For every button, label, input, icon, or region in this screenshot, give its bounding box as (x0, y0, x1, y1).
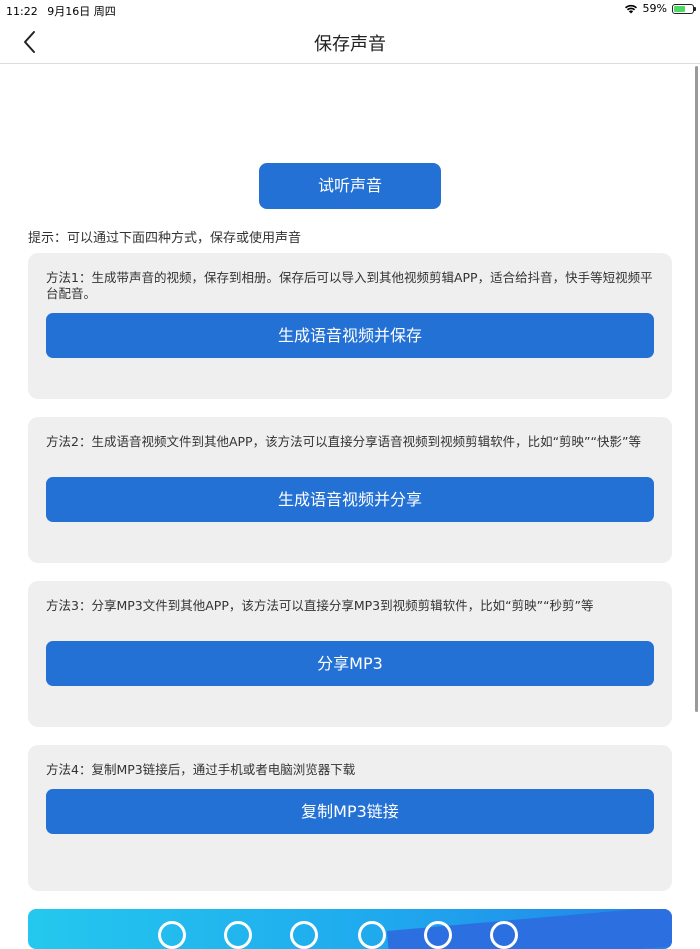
method-description: 方法2：生成语音视频文件到其他APP，该方法可以直接分享语音视频到视频剪辑软件，… (46, 434, 641, 449)
circle-icon (490, 921, 518, 949)
circle-icon (158, 921, 186, 949)
method-description: 方法4：复制MP3链接后，通过手机或者电脑浏览器下载 (46, 762, 356, 777)
nav-bar: 保存声音 (0, 20, 700, 64)
scroll-indicator[interactable] (695, 66, 698, 712)
battery-level (674, 5, 685, 12)
wifi-icon (624, 3, 638, 14)
circle-icon (290, 921, 318, 949)
share-mp3-button[interactable]: 分享MP3 (46, 641, 654, 686)
method-card-1: 方法1：生成带声音的视频，保存到相册。保存后可以导入到其他视频剪辑APP，适合给… (28, 253, 672, 399)
circle-icon (224, 921, 252, 949)
status-left: 11:22 9月16日 周四 (6, 3, 122, 19)
method-card-3: 方法3：分享MP3文件到其他APP，该方法可以直接分享MP3到视频剪辑软件，比如… (28, 581, 672, 727)
battery-icon (672, 3, 696, 14)
generate-video-save-button[interactable]: 生成语音视频并保存 (46, 313, 654, 358)
battery-percent: 59% (642, 2, 667, 15)
listen-button[interactable]: 试听声音 (259, 163, 441, 209)
method-card-4: 方法4：复制MP3链接后，通过手机或者电脑浏览器下载 复制MP3链接 (28, 745, 672, 891)
copy-mp3-link-button[interactable]: 复制MP3链接 (46, 789, 654, 834)
page-title: 保存声音 (314, 34, 386, 55)
hint-text: 提示：可以通过下面四种方式，保存或使用声音 (28, 231, 302, 246)
status-bar: 11:22 9月16日 周四 59% (0, 0, 700, 20)
status-right: 59% (624, 2, 696, 15)
bottom-banner[interactable] (28, 909, 672, 949)
status-time: 11:22 (6, 5, 38, 18)
method-card-2: 方法2：生成语音视频文件到其他APP，该方法可以直接分享语音视频到视频剪辑软件，… (28, 417, 672, 563)
circle-icon (424, 921, 452, 949)
circle-icon (358, 921, 386, 949)
generate-video-share-button[interactable]: 生成语音视频并分享 (46, 477, 654, 522)
status-date: 9月16日 周四 (47, 5, 116, 18)
method-description: 方法1：生成带声音的视频，保存到相册。保存后可以导入到其他视频剪辑APP，适合给… (46, 270, 653, 301)
method-description: 方法3：分享MP3文件到其他APP，该方法可以直接分享MP3到视频剪辑软件，比如… (46, 598, 594, 613)
